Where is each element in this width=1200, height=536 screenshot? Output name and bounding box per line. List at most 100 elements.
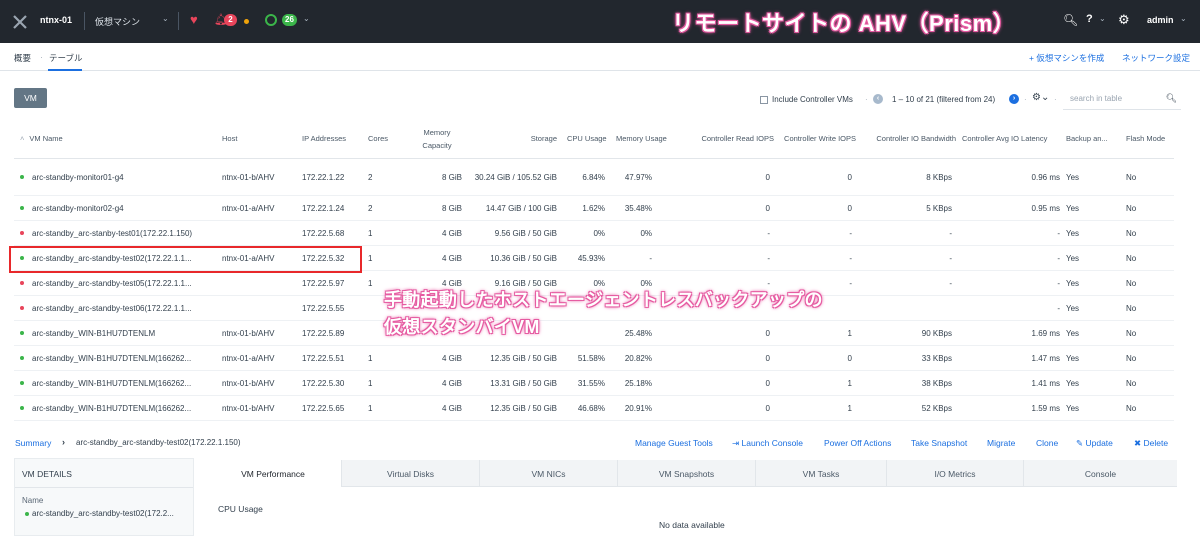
vm-name-cell[interactable]: arc-standby-monitor02-g4: [20, 196, 220, 220]
network-config-link[interactable]: ネットワーク設定: [1122, 52, 1190, 64]
io-bandwidth-cell: 90 KBps: [921, 328, 952, 338]
include-controller-label[interactable]: Include Controller VMs: [772, 95, 853, 104]
gear-icon[interactable]: ⚙: [1118, 12, 1130, 28]
vm-filter-button[interactable]: VM: [14, 88, 47, 108]
overlay-annotation-title: リモートサイトの AHV（Prism）: [672, 11, 1016, 36]
delete-button[interactable]: ✖ Delete: [1134, 438, 1168, 449]
tab-io-metrics[interactable]: I/O Metrics: [887, 460, 1024, 487]
col-io-bandwidth[interactable]: Controller IO Bandwidth: [858, 118, 956, 159]
table-row[interactable]: arc-standby-monitor02-g4 ntnx-01-a/AHV 172…: [14, 196, 1174, 221]
col-cpu-usage[interactable]: CPU Usage: [567, 118, 613, 159]
col-read-iops[interactable]: Controller Read IOPS: [674, 118, 774, 159]
tab-virtual-disks[interactable]: Virtual Disks: [342, 460, 480, 487]
storage-cell: 10.36 GiB / 50 GiB: [490, 253, 557, 263]
backup-cell: Yes: [1066, 228, 1080, 238]
table-row[interactable]: arc-standby_WIN-B1HU7DTENLM(166262... ntn…: [14, 346, 1174, 371]
migrate-button[interactable]: Migrate: [987, 438, 1015, 448]
vm-name-cell[interactable]: arc-standby_WIN-B1HU7DTENLM: [20, 321, 220, 345]
include-controller-checkbox[interactable]: [760, 96, 768, 104]
tab-table[interactable]: テーブル: [49, 52, 83, 64]
update-button[interactable]: ✎ Update: [1076, 438, 1113, 449]
col-io-latency[interactable]: Controller Avg IO Latency: [962, 118, 1062, 159]
write-iops-cell: -: [849, 228, 852, 238]
table-row[interactable]: arc-standby_WIN-B1HU7DTENLM(166262... ntn…: [14, 396, 1174, 421]
search-icon[interactable]: 🔍︎: [1063, 13, 1078, 27]
chevron-down-icon[interactable]: ⌄: [1180, 14, 1187, 23]
host-cell: ntnx-01-b/AHV: [222, 172, 275, 182]
next-page-icon[interactable]: ›: [1009, 94, 1019, 104]
io-bandwidth-cell: 8 KBps: [926, 172, 952, 182]
tab-console[interactable]: Console: [1024, 460, 1177, 487]
entity-menu[interactable]: 仮想マシン: [95, 15, 140, 28]
update-label: Update: [1085, 438, 1113, 448]
ip-cell: 172.22.5.30: [302, 378, 345, 388]
read-iops-cell: 0: [765, 403, 770, 413]
tab-vm-tasks[interactable]: VM Tasks: [756, 460, 887, 487]
tab-vm-nics[interactable]: VM NICs: [480, 460, 618, 487]
create-vm-link[interactable]: + 仮想マシンを作成: [1029, 52, 1104, 64]
cpu-usage-cell: 0%: [593, 228, 605, 238]
memory-usage-cell: 35.48%: [624, 203, 652, 213]
summary-link[interactable]: Summary: [15, 438, 51, 448]
vm-name-cell[interactable]: arc-standby_WIN-B1HU7DTENLM(166262...: [20, 346, 220, 370]
flash-mode-cell: No: [1126, 378, 1137, 388]
nutanix-logo-icon[interactable]: [12, 14, 28, 30]
search-icon[interactable]: 🔍︎: [1166, 93, 1177, 104]
tab-overview[interactable]: 概要: [14, 52, 31, 64]
col-host[interactable]: Host: [222, 118, 292, 159]
power-off-actions-button[interactable]: Power Off Actions: [824, 438, 891, 448]
table-row[interactable]: arc-standby_arc-stanby-test01(172.22.1.1…: [14, 221, 1174, 246]
tasks-circle-icon[interactable]: [265, 14, 277, 26]
vm-name-cell[interactable]: arc-standby_arc-stanby-test01(172.22.1.1…: [20, 221, 220, 245]
vm-name-cell[interactable]: arc-standby_WIN-B1HU7DTENLM(166262...: [20, 396, 220, 420]
flash-mode-cell: No: [1126, 172, 1137, 182]
col-label: VM Name: [29, 134, 63, 143]
take-snapshot-button[interactable]: Take Snapshot: [911, 438, 967, 448]
search-input[interactable]: [1070, 94, 1166, 103]
ip-cell: 172.22.5.65: [302, 403, 345, 413]
vm-name-cell[interactable]: arc-standby_arc-standby-test05(172.22.1.…: [20, 271, 220, 295]
ip-cell: 172.22.5.68: [302, 228, 345, 238]
col-memory[interactable]: Memory Capacity: [412, 118, 462, 159]
vm-name-cell[interactable]: arc-standby_WIN-B1HU7DTENLM(166262...: [20, 371, 220, 395]
alert-count-badge[interactable]: 2: [224, 14, 237, 26]
table-row[interactable]: arc-standby_WIN-B1HU7DTENLM(166262... ntn…: [14, 371, 1174, 396]
tab-vm-snapshots[interactable]: VM Snapshots: [618, 460, 756, 487]
health-heart-icon[interactable]: ♥: [190, 12, 198, 27]
table-row[interactable]: arc-standby-monitor01-g4 ntnx-01-b/AHV 172…: [14, 159, 1174, 196]
warning-dot-icon[interactable]: [244, 19, 249, 24]
launch-console-button[interactable]: ⇥ Launch Console: [732, 438, 803, 449]
flash-mode-cell: No: [1126, 228, 1137, 238]
host-cell: [222, 221, 300, 245]
chevron-down-icon[interactable]: ⌄: [162, 14, 169, 23]
cluster-name[interactable]: ntnx-01: [40, 15, 72, 25]
clone-button[interactable]: Clone: [1036, 438, 1058, 448]
col-backup[interactable]: Backup an...: [1066, 118, 1112, 159]
io-latency-cell: -: [1057, 228, 1060, 238]
chevron-down-icon[interactable]: ⌄: [303, 14, 310, 23]
user-menu[interactable]: admin: [1147, 15, 1174, 25]
col-ip[interactable]: IP Addresses: [302, 118, 364, 159]
col-storage[interactable]: Storage: [504, 118, 557, 159]
table-search[interactable]: 🔍︎: [1063, 88, 1181, 110]
memory-usage-cell: 25.18%: [624, 378, 652, 388]
task-count-badge[interactable]: 26: [282, 14, 297, 26]
col-memory-usage[interactable]: Memory Usage: [616, 118, 672, 159]
backup-cell: Yes: [1066, 353, 1080, 363]
vm-name-cell[interactable]: arc-standby_arc-standby-test06(172.22.1.…: [20, 296, 220, 320]
col-vm-name[interactable]: ˄ VM Name: [20, 118, 220, 159]
prev-page-icon[interactable]: ‹: [873, 94, 883, 104]
status-dot: [25, 512, 29, 516]
manage-guest-tools-button[interactable]: Manage Guest Tools: [635, 438, 713, 448]
sort-asc-icon[interactable]: ˄: [20, 132, 24, 145]
pagination-info: 1 – 10 of 21 (filtered from 24): [892, 95, 996, 104]
col-cores[interactable]: Cores: [368, 118, 392, 159]
col-flash-mode[interactable]: Flash Mode: [1126, 118, 1172, 159]
col-write-iops[interactable]: Controller Write IOPS: [776, 118, 856, 159]
help-icon[interactable]: ?: [1086, 13, 1093, 25]
chevron-down-icon[interactable]: ⌄: [1099, 14, 1106, 23]
tab-vm-performance[interactable]: VM Performance: [205, 460, 342, 487]
gear-icon[interactable]: ⚙⌄: [1032, 92, 1049, 103]
vm-name-cell[interactable]: arc-standby-monitor01-g4: [20, 159, 220, 195]
vm-name-text: arc-standby_arc-standby-test05(172.22.1.…: [32, 278, 192, 288]
